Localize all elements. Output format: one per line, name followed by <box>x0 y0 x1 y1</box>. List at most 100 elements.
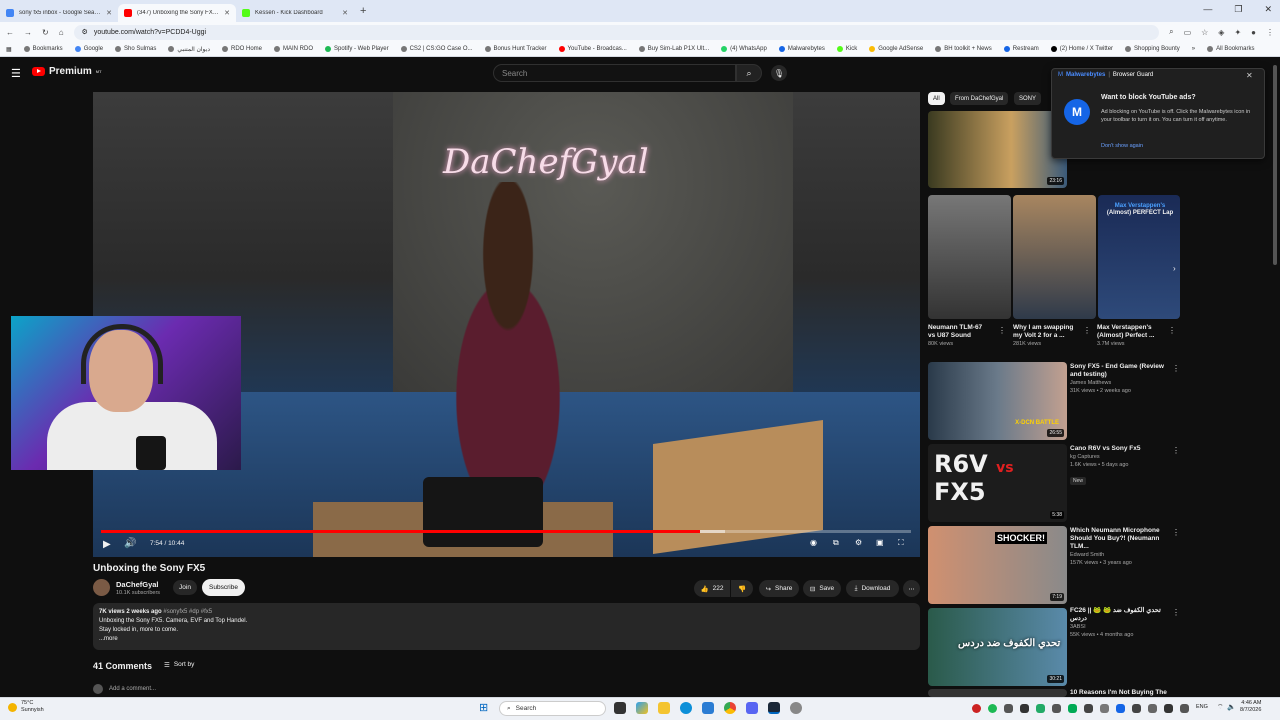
more-bookmarks-icon[interactable]: » <box>1192 46 1195 52</box>
bookmark-item[interactable]: Google <box>74 46 103 52</box>
bookmark-item[interactable]: Sho Sulmas <box>115 46 156 52</box>
more-vert-icon[interactable]: ⋮ <box>1083 326 1091 335</box>
fullscreen-icon[interactable]: ⛶ <box>898 538 904 548</box>
tray-app-icon[interactable] <box>1132 704 1141 713</box>
zoom-icon[interactable]: ⌕ <box>1169 27 1173 37</box>
search-button[interactable]: ⌕ <box>736 64 762 82</box>
video-thumbnail[interactable]: تحدي الكفوف ضد دردس 30:21 <box>928 608 1067 686</box>
bookmark-item[interactable]: BH toolkit + News <box>935 46 992 52</box>
tray-app-icon[interactable] <box>1116 704 1125 713</box>
recommended-info[interactable]: FC26 || 🐸 🐸 تحدي الكفوف ضد دردس 3ABSI 55K … <box>1070 607 1170 639</box>
forward-icon[interactable]: → <box>24 28 32 37</box>
close-tab-icon[interactable]: ✕ <box>106 9 112 17</box>
edge-icon[interactable] <box>680 702 692 714</box>
description-box[interactable]: 7K views 2 weeks ago #sonyfx5 #dp #fx5 U… <box>93 603 920 650</box>
tab-youtube[interactable]: (347) Unboxing the Sony FX5 - ✕ <box>118 4 236 22</box>
play-icon[interactable]: ▶ <box>103 539 111 550</box>
settings-icon[interactable] <box>790 702 802 714</box>
extensions-puzzle-icon[interactable]: ✦ <box>1234 28 1241 37</box>
tab-kick[interactable]: Kessen - Kick Dashboard ✕ <box>236 4 354 22</box>
taskbar-search[interactable]: ⌕ Search <box>499 701 606 716</box>
home-icon[interactable]: ⌂ <box>59 28 64 37</box>
more-vert-icon[interactable]: ⋮ <box>1172 608 1180 617</box>
tray-app-icon[interactable] <box>1084 704 1093 713</box>
back-icon[interactable]: ← <box>6 28 14 37</box>
close-tab-icon[interactable]: ✕ <box>224 9 230 17</box>
video-thumbnail[interactable]: X-DCN BATTLE 26:55 <box>928 362 1067 440</box>
profile-icon[interactable]: ● <box>1251 28 1256 37</box>
bookmark-item[interactable]: Bonus Hunt Tracker <box>484 46 547 52</box>
tray-app-icon[interactable] <box>972 704 981 713</box>
mail-icon[interactable] <box>702 702 714 714</box>
more-actions-button[interactable]: ⋯ <box>903 580 920 597</box>
share-button[interactable]: ↪ Share <box>759 580 799 597</box>
bookmark-item[interactable]: (4) WhatsApp <box>721 46 767 52</box>
tab-google-search[interactable]: sony fx5 inbox - Google Search ✕ <box>0 4 118 22</box>
bookmark-item[interactable]: Bookmarks <box>23 46 63 52</box>
dont-show-again-link[interactable]: Don't show again <box>1101 143 1143 149</box>
tray-app-icon[interactable] <box>1052 704 1061 713</box>
short-info[interactable]: Why I am swapping my Volt 2 for a ... 281K… <box>1013 324 1093 348</box>
reload-icon[interactable]: ↻ <box>42 28 49 37</box>
widgets-icon[interactable] <box>636 702 648 714</box>
youtube-logo[interactable]: Premium MT <box>32 66 102 77</box>
close-icon[interactable]: ✕ <box>1246 71 1253 80</box>
tray-app-icon[interactable] <box>1004 704 1013 713</box>
sort-by-button[interactable]: ☰ Sort by <box>164 661 194 669</box>
bookmark-item[interactable]: Buy Sim-Lab P1X Ult... <box>638 46 709 52</box>
close-window-button[interactable]: ✕ <box>1264 4 1272 15</box>
short-thumbnail[interactable] <box>928 195 1011 319</box>
bookmark-item[interactable]: YouTube - Broadcas... <box>558 46 627 52</box>
site-info-icon[interactable]: ⚙ <box>82 28 88 36</box>
chip-sony[interactable]: SONY <box>1014 92 1042 105</box>
new-tab-button[interactable]: + <box>360 5 366 17</box>
tray-app-icon[interactable] <box>1020 704 1029 713</box>
weather-widget[interactable]: 75°C Sunnyish <box>8 700 44 714</box>
recommended-info[interactable]: Sony FX5 - End Game (Review and testing)… <box>1070 363 1170 395</box>
tray-app-icon[interactable] <box>988 704 997 713</box>
speaker-icon[interactable]: 🔈 <box>1227 703 1236 711</box>
omnibox[interactable]: ⚙ youtube.com/watch?v=PCDD4-Uggi <box>73 24 1160 40</box>
bookmark-item[interactable]: دیوان المتنبي <box>168 46 210 53</box>
like-button[interactable]: 👍 222 <box>694 580 730 597</box>
bookmark-item[interactable]: Kick <box>836 46 857 52</box>
wifi-icon[interactable]: ⌔ <box>1217 703 1224 712</box>
minimize-button[interactable]: — <box>1203 4 1212 15</box>
hamburger-menu-icon[interactable]: ☰ <box>11 67 21 80</box>
maximize-button[interactable]: ❐ <box>1234 4 1242 15</box>
chevron-right-icon[interactable]: › <box>1173 264 1176 273</box>
short-info[interactable]: Max Verstappen's (Almost) Perfect ... 3.7M… <box>1097 324 1167 348</box>
extension-icon[interactable]: ◈ <box>1218 28 1224 37</box>
volume-icon[interactable]: 🔊 <box>124 538 136 549</box>
short-thumbnail[interactable]: Max Verstappen's (Almost) PERFECT Lap <box>1098 195 1180 319</box>
star-icon[interactable]: ☆ <box>1201 28 1208 37</box>
clock[interactable]: 4:46 AM 8/7/2026 <box>1240 700 1261 714</box>
tray-app-icon[interactable] <box>1100 704 1109 713</box>
dislike-button[interactable]: 👎 <box>731 580 753 597</box>
subscribe-button[interactable]: Subscribe <box>202 579 245 596</box>
chip-from-channel[interactable]: From DaChefGyal <box>950 92 1009 105</box>
cast-icon[interactable]: ▭ <box>1184 28 1192 37</box>
steam-icon[interactable] <box>768 702 780 714</box>
search-input[interactable]: Search <box>493 64 736 82</box>
recommended-info[interactable]: Which Neumann Microphone Should You Buy?… <box>1070 527 1170 567</box>
channel-name[interactable]: DaChefGyal <box>116 580 159 589</box>
video-thumbnail[interactable]: SHOCKER! 7:19 <box>928 526 1067 604</box>
page-scrollbar[interactable] <box>1273 65 1277 265</box>
discord-icon[interactable] <box>746 702 758 714</box>
bookmark-item[interactable]: MAIN RDO <box>274 46 313 52</box>
video-thumbnail[interactable]: 23:16 <box>928 111 1067 188</box>
language-indicator[interactable]: ENG <box>1196 704 1208 710</box>
bookmark-item[interactable]: CS2 | CS:GO Case O... <box>400 46 473 52</box>
autoplay-toggle-icon[interactable]: ◉ <box>810 538 817 547</box>
voice-search-button[interactable]: 🎙 <box>771 65 787 81</box>
tray-app-icon[interactable] <box>1164 704 1173 713</box>
channel-avatar[interactable] <box>93 579 110 596</box>
windows-start-icon[interactable]: ⊞ <box>479 701 488 714</box>
bookmark-item[interactable]: Shopping Bounty <box>1125 46 1180 52</box>
tray-app-icon[interactable] <box>1180 704 1189 713</box>
save-button[interactable]: ⊟ Save <box>803 580 841 597</box>
recommended-info[interactable]: 10 Reasons I'm Not Buying The <box>1070 689 1170 697</box>
settings-gear-icon[interactable]: ⚙ <box>855 538 862 547</box>
download-button[interactable]: ⤓ Download <box>846 580 899 597</box>
